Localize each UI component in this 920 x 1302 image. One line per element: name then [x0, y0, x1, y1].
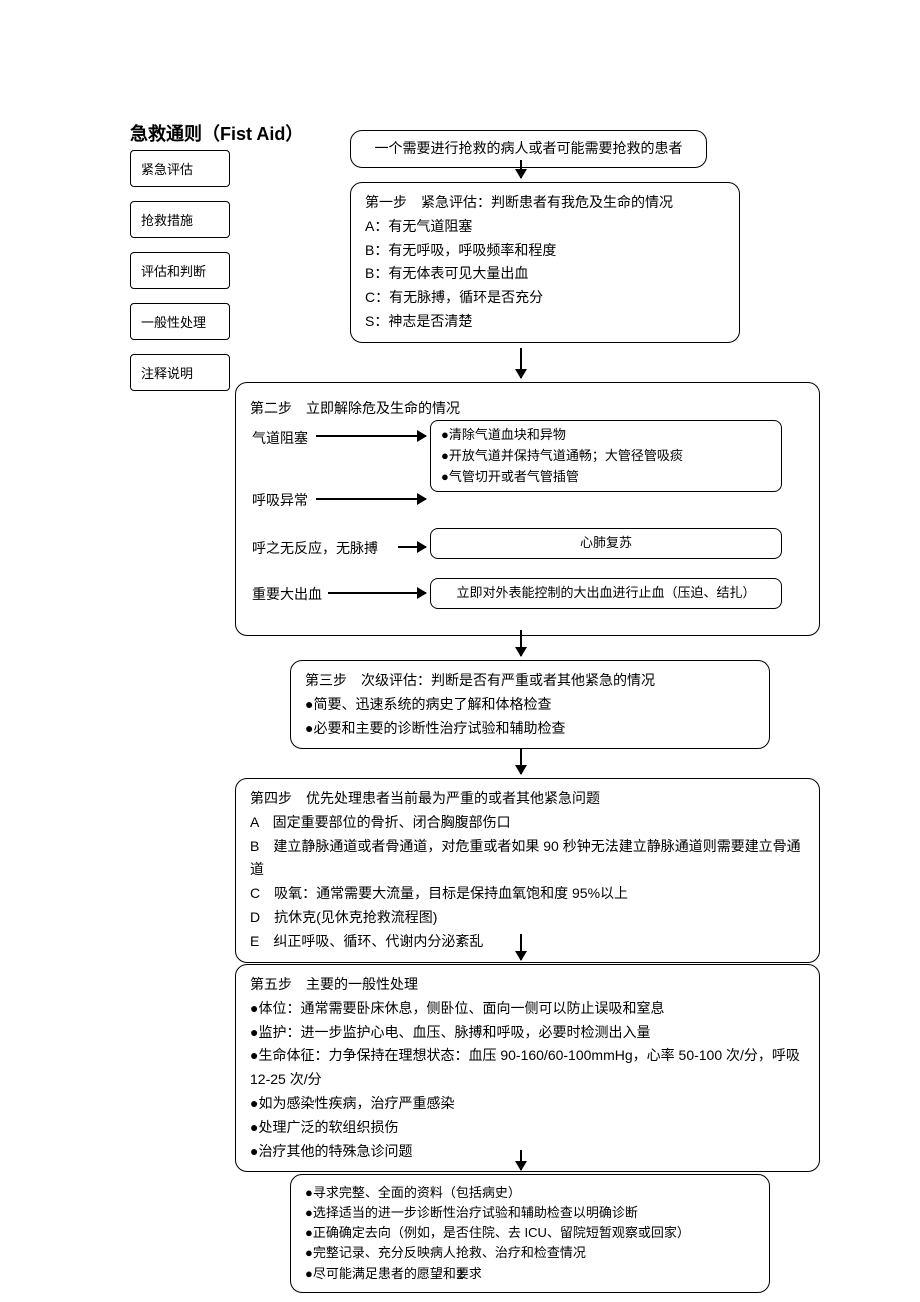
step4-item: A 固定重要部位的骨折、闭合胸腹部伤口 — [250, 811, 805, 835]
step2-action-box: 心肺复苏 — [430, 528, 782, 559]
step1-box: 第一步 紧急评估：判断患者有我危及生命的情况 A：有无气道阻塞 B：有无呼吸，呼… — [350, 182, 740, 343]
page-number: 2 — [0, 1267, 920, 1282]
step5-item: ●如为感染性疾病，治疗严重感染 — [250, 1092, 805, 1116]
step1-heading: 第一步 紧急评估：判断患者有我危及生命的情况 — [365, 191, 725, 215]
arrow-down-icon — [520, 1150, 522, 1170]
step2-action-line: ●开放气道并保持气道通畅；大管径管吸痰 — [441, 446, 771, 467]
step4-box: 第四步 优先处理患者当前最为严重的或者其他紧急问题 A 固定重要部位的骨折、闭合… — [235, 778, 820, 963]
step2-label: 呼之无反应，无脉搏 — [252, 538, 378, 558]
step6-item: ●选择适当的进一步诊断性治疗试验和辅助检查以明确诊断 — [305, 1203, 755, 1223]
step4-item: C 吸氧：通常需要大流量，目标是保持血氧饱和度 95%以上 — [250, 882, 805, 906]
step6-item: ●正确确定去向（例如，是否住院、去 ICU、留院短暂观察或回家） — [305, 1223, 755, 1243]
step4-item: D 抗休克(见休克抢救流程图) — [250, 906, 805, 930]
step1-item: S：神志是否清楚 — [365, 310, 725, 334]
sidebar-item: 评估和判断 — [130, 252, 230, 289]
step2-label: 呼吸异常 — [252, 490, 308, 510]
sidebar-item: 一般性处理 — [130, 303, 230, 340]
arrow-down-icon — [520, 630, 522, 656]
step6-item: ●完整记录、充分反映病人抢救、治疗和检查情况 — [305, 1243, 755, 1263]
step2-label: 重要大出血 — [252, 584, 322, 604]
step2-action-line: 心肺复苏 — [441, 533, 771, 554]
arrow-down-icon — [520, 160, 522, 178]
step2-action-line: 立即对外表能控制的大出血进行止血（压迫、结扎） — [441, 583, 771, 604]
step3-item: ●简要、迅速系统的病史了解和体格检查 — [305, 693, 755, 717]
step2-heading: 第二步 立即解除危及生命的情况 — [250, 397, 805, 421]
step5-box: 第五步 主要的一般性处理 ●体位：通常需要卧床休息，侧卧位、面向一侧可以防止误吸… — [235, 964, 820, 1172]
step3-item: ●必要和主要的诊断性治疗试验和辅助检查 — [305, 717, 755, 741]
step2-action-box: ●清除气道血块和异物 ●开放气道并保持气道通畅；大管径管吸痰 ●气管切开或者气管… — [430, 420, 782, 492]
sidebar-item: 注释说明 — [130, 354, 230, 391]
step5-heading: 第五步 主要的一般性处理 — [250, 973, 805, 997]
step5-item: ●生命体征：力争保持在理想状态：血压 90-160/60-100mmHg，心率 … — [250, 1044, 805, 1092]
step1-item: A：有无气道阻塞 — [365, 215, 725, 239]
arrow-down-icon — [520, 748, 522, 774]
step4-item: E 纠正呼吸、循环、代谢内分泌紊乱 — [250, 930, 805, 954]
step1-item: B：有无呼吸，呼吸频率和程度 — [365, 239, 725, 263]
step6-item: ●寻求完整、全面的资料（包括病史） — [305, 1183, 755, 1203]
step2-action-box: 立即对外表能控制的大出血进行止血（压迫、结扎） — [430, 578, 782, 609]
step2-action-line: ●气管切开或者气管插管 — [441, 467, 771, 488]
step2-action-line: ●清除气道血块和异物 — [441, 425, 771, 446]
step1-item: B：有无体表可见大量出血 — [365, 262, 725, 286]
step5-item: ●监护：进一步监护心电、血压、脉搏和呼吸，必要时检测出入量 — [250, 1021, 805, 1045]
arrow-right-icon — [328, 592, 426, 594]
step3-heading: 第三步 次级评估：判断是否有严重或者其他紧急的情况 — [305, 669, 755, 693]
step2-label: 气道阻塞 — [252, 428, 308, 448]
arrow-right-icon — [316, 498, 426, 500]
sidebar-item: 抢救措施 — [130, 201, 230, 238]
arrow-down-icon — [520, 348, 522, 378]
step5-item: ●治疗其他的特殊急诊问题 — [250, 1140, 805, 1164]
arrow-right-icon — [316, 435, 426, 437]
start-node: 一个需要进行抢救的病人或者可能需要抢救的患者 — [350, 130, 707, 168]
arrow-down-icon — [520, 934, 522, 960]
step3-box: 第三步 次级评估：判断是否有严重或者其他紧急的情况 ●简要、迅速系统的病史了解和… — [290, 660, 770, 749]
sidebar: 紧急评估 抢救措施 评估和判断 一般性处理 注释说明 — [130, 150, 230, 391]
step1-item: C：有无脉搏，循环是否充分 — [365, 286, 725, 310]
step4-item: B 建立静脉通道或者骨通道，对危重或者如果 90 秒钟无法建立静脉通道则需要建立… — [250, 835, 805, 883]
sidebar-item: 紧急评估 — [130, 150, 230, 187]
page-title: 急救通则（Fist Aid） — [130, 120, 303, 146]
step5-item: ●体位：通常需要卧床休息，侧卧位、面向一侧可以防止误吸和窒息 — [250, 997, 805, 1021]
step4-heading: 第四步 优先处理患者当前最为严重的或者其他紧急问题 — [250, 787, 805, 811]
step5-item: ●处理广泛的软组织损伤 — [250, 1116, 805, 1140]
arrow-right-icon — [398, 546, 426, 548]
